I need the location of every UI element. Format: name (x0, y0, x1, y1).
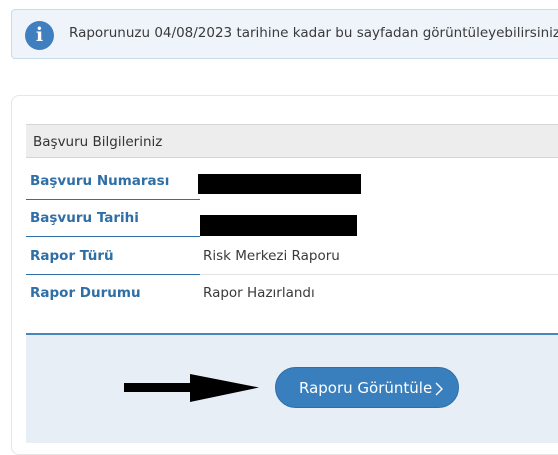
arrow-right-icon (124, 374, 259, 402)
view-report-button[interactable]: Raporu Görüntüle (275, 367, 459, 408)
row-label-underline (26, 236, 200, 237)
chevron-right-icon (435, 382, 443, 396)
info-row-report-type: Rapor Türü Risk Merkezi Raporu (26, 238, 558, 275)
row-label: Rapor Türü (30, 248, 114, 264)
row-label: Başvuru Tarihi (30, 210, 139, 226)
info-icon: i (25, 21, 54, 50)
redaction-bar (200, 215, 357, 236)
row-value: Risk Merkezi Raporu (203, 248, 340, 264)
view-report-label: Raporu Görüntüle (299, 379, 433, 397)
info-row-report-status: Rapor Durumu Rapor Hazırlandı (26, 275, 558, 312)
row-label: Rapor Durumu (30, 285, 141, 301)
info-banner-text: Raporunuzu 04/08/2023 tarihine kadar bu … (69, 25, 558, 41)
row-label: Başvuru Numarası (30, 173, 170, 189)
redaction-bar (198, 174, 361, 194)
section-title: Başvuru Bilgileriniz (33, 134, 163, 150)
info-row-application-date: Başvuru Tarihi (26, 200, 558, 237)
row-value: Rapor Hazırlandı (203, 285, 315, 301)
section-header: Başvuru Bilgileriniz (26, 124, 558, 158)
info-row-application-number: Başvuru Numarası (26, 163, 558, 200)
info-banner: i Raporunuzu 04/08/2023 tarihine kadar b… (11, 9, 558, 59)
